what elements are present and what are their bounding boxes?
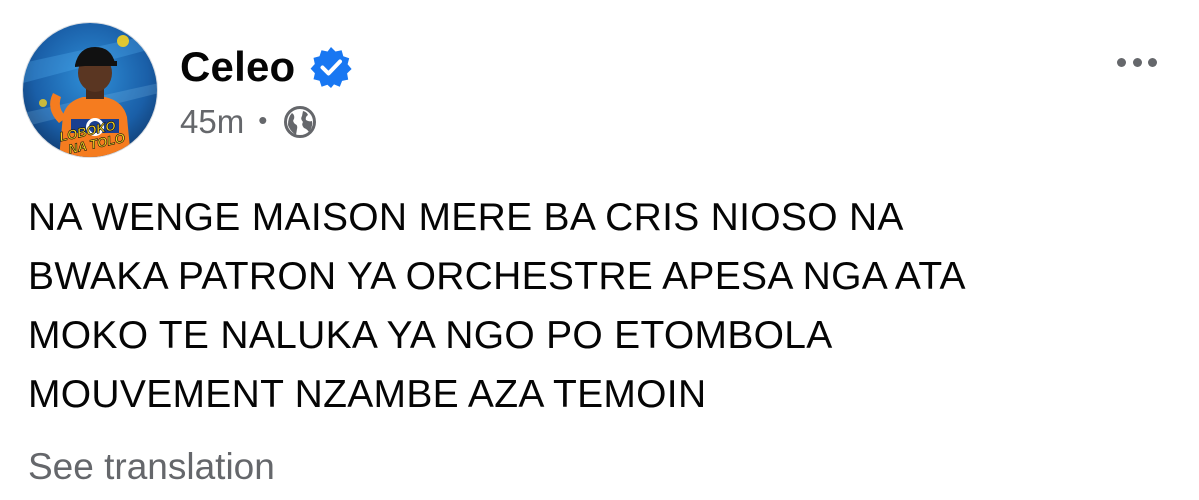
post-timestamp[interactable]: 45m	[180, 103, 244, 141]
globe-icon[interactable]	[283, 105, 317, 139]
author-avatar[interactable]: LOBOKO NA TOLO	[22, 22, 158, 158]
avatar-image: LOBOKO NA TOLO	[23, 23, 157, 157]
ellipsis-dot	[1148, 57, 1157, 67]
post-meta: 45m •	[180, 102, 317, 142]
ellipsis-dot	[1117, 57, 1126, 67]
ellipsis-dot	[1132, 57, 1142, 67]
author-row: Celeo	[180, 42, 353, 92]
verified-badge-icon	[309, 45, 353, 89]
post-body-text: NA WENGE MAISON MERE BA CRIS NIOSO NA BW…	[28, 196, 966, 416]
meta-separator: •	[258, 104, 268, 135]
author-name[interactable]: Celeo	[180, 43, 295, 91]
see-translation-link[interactable]: See translation	[28, 446, 275, 488]
more-options-button[interactable]	[1117, 52, 1157, 72]
facebook-post: LOBOKO NA TOLO Celeo 45m • NA WENGE MAIS…	[0, 0, 1199, 500]
